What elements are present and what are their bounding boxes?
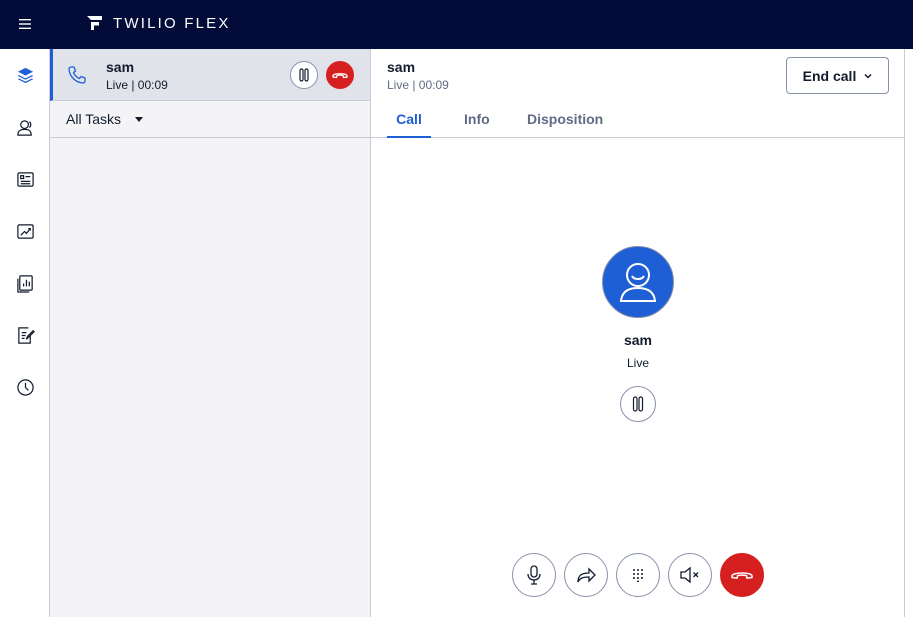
contacts-icon[interactable] bbox=[13, 115, 37, 139]
history-icon[interactable] bbox=[13, 375, 37, 399]
task-list-pane: sam Live | 00:09 All Tasks bbox=[50, 49, 371, 617]
reports-icon[interactable] bbox=[13, 271, 37, 295]
hangup-button[interactable] bbox=[720, 553, 764, 597]
task-filter-row: All Tasks bbox=[50, 101, 370, 138]
forward-arrow-icon bbox=[577, 567, 596, 583]
pause-icon bbox=[632, 396, 644, 412]
task-canvas: sam Live | 00:09 End call Call Info Disp… bbox=[371, 49, 905, 617]
phone-icon bbox=[68, 66, 86, 84]
avatar bbox=[602, 246, 674, 318]
dialpad-button[interactable] bbox=[616, 553, 660, 597]
tab-call[interactable]: Call bbox=[387, 111, 431, 138]
header-status: Live | 00:09 bbox=[387, 78, 449, 92]
task-card[interactable]: sam Live | 00:09 bbox=[50, 49, 370, 101]
flex-logo-icon bbox=[87, 16, 102, 30]
task-status: Live | 00:09 bbox=[106, 78, 168, 92]
caller-name: sam bbox=[623, 332, 653, 348]
dialpad-icon bbox=[633, 569, 643, 582]
top-bar: TWILIO FLEX bbox=[0, 0, 913, 49]
end-call-button[interactable]: End call bbox=[786, 57, 889, 94]
microphone-icon bbox=[527, 565, 541, 585]
brand-name: TWILIO FLEX bbox=[113, 14, 231, 32]
task-filter-label: All Tasks bbox=[66, 111, 121, 127]
side-nav bbox=[0, 49, 50, 617]
tab-disposition[interactable]: Disposition bbox=[527, 111, 603, 138]
task-name: sam bbox=[106, 59, 135, 75]
directory-icon[interactable] bbox=[13, 167, 37, 191]
hold-button[interactable] bbox=[620, 386, 656, 422]
end-call-label: End call bbox=[802, 67, 857, 84]
task-hangup-button[interactable] bbox=[326, 61, 354, 89]
user-icon bbox=[619, 263, 657, 302]
hangup-icon bbox=[731, 572, 753, 580]
hangup-icon bbox=[332, 73, 348, 79]
chevron-down-icon bbox=[864, 73, 872, 79]
speaker-mute-button[interactable] bbox=[668, 553, 712, 597]
mute-button[interactable] bbox=[512, 553, 556, 597]
queue-stats-icon[interactable] bbox=[13, 323, 37, 347]
caller-status: Live bbox=[626, 356, 649, 370]
transfer-button[interactable] bbox=[564, 553, 608, 597]
header-name: sam bbox=[387, 59, 416, 75]
task-filter-dropdown[interactable]: All Tasks bbox=[66, 111, 143, 127]
insights-icon[interactable] bbox=[13, 219, 37, 243]
right-edge bbox=[904, 49, 913, 617]
pause-icon bbox=[299, 68, 309, 82]
tab-info[interactable]: Info bbox=[464, 111, 490, 138]
task-hold-button[interactable] bbox=[290, 61, 318, 89]
task-tabs: Call Info Disposition bbox=[371, 101, 905, 138]
speaker-off-icon bbox=[680, 566, 699, 584]
layers-icon[interactable] bbox=[13, 63, 37, 87]
brand: TWILIO FLEX bbox=[86, 13, 231, 33]
caret-down-icon bbox=[134, 116, 143, 122]
menu-icon[interactable] bbox=[16, 15, 34, 33]
